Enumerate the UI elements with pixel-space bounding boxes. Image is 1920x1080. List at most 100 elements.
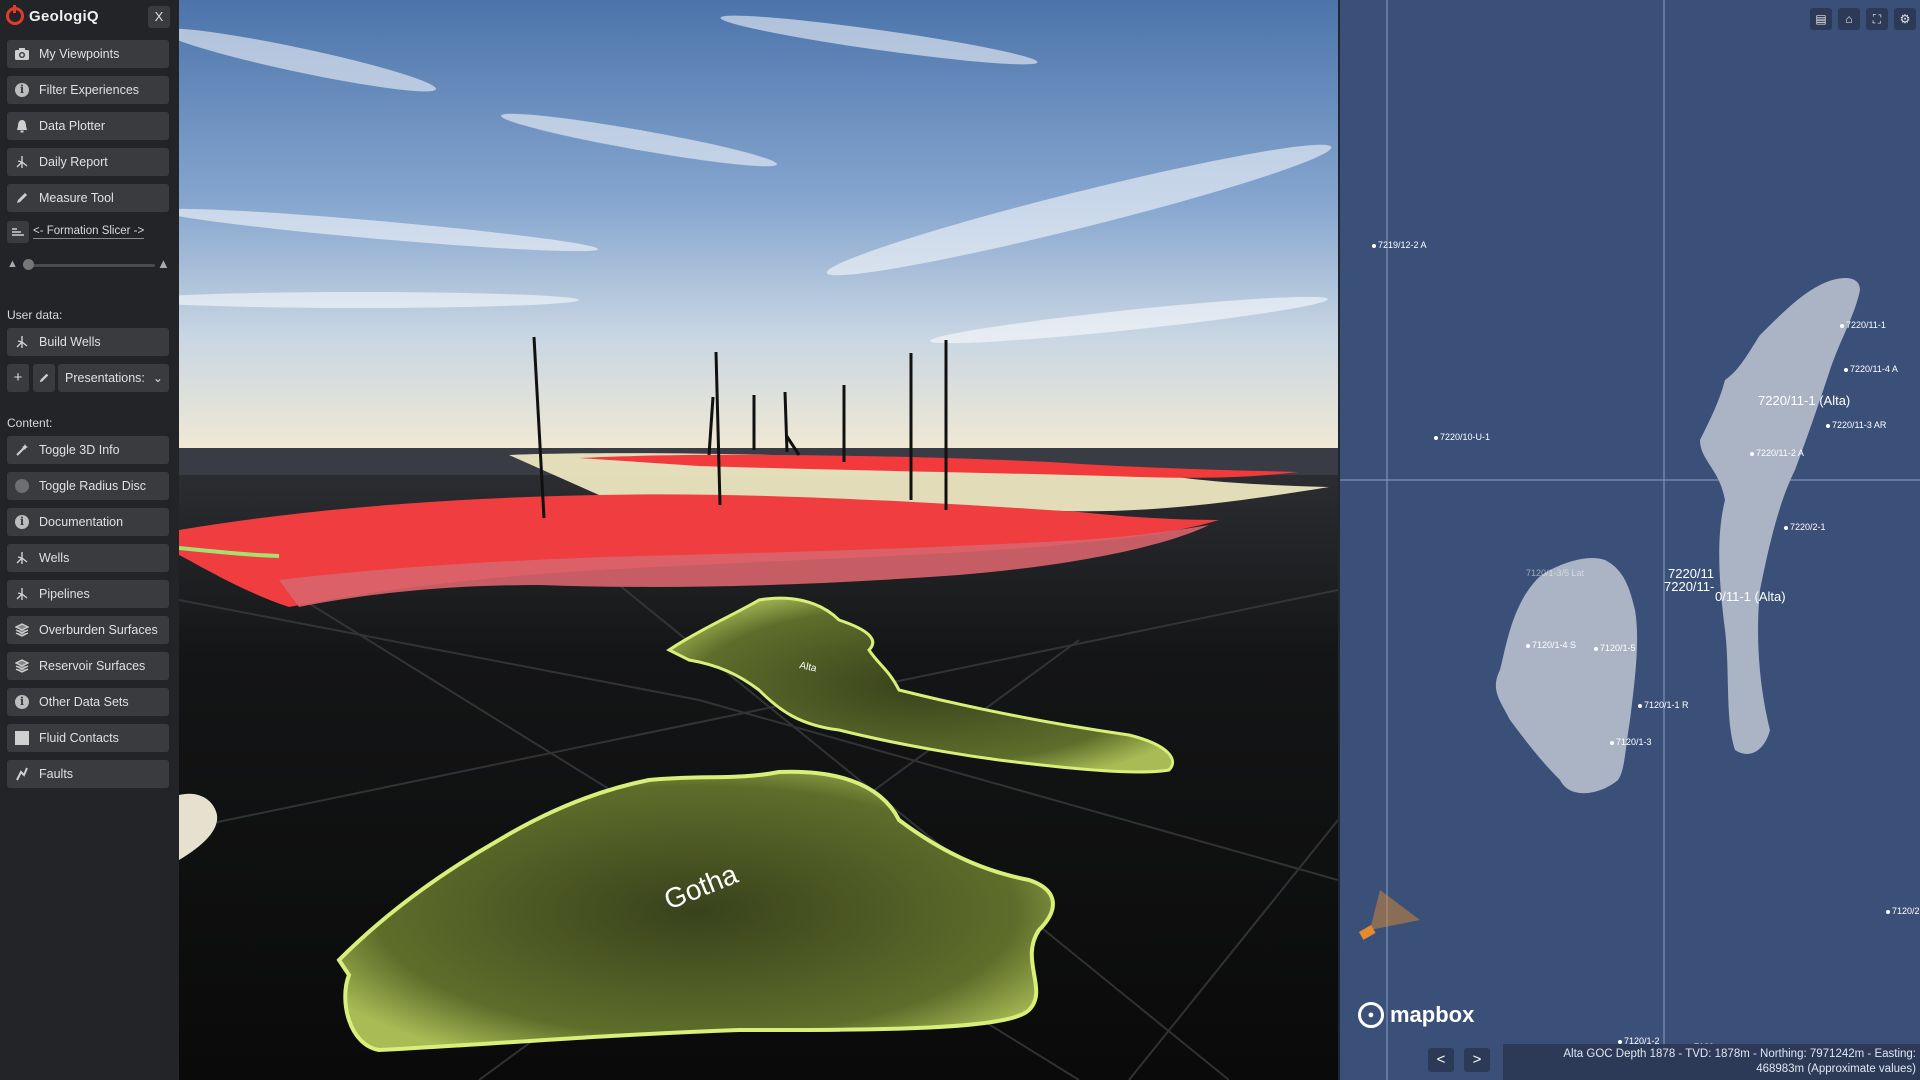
add-presentation-button[interactable]: +	[7, 364, 29, 392]
status-line-1: Alta GOC Depth 1878 - TVD: 1878m - North…	[1563, 1048, 1916, 1060]
well-icon	[14, 550, 30, 566]
well-label[interactable]: 7220/2-1	[1784, 522, 1826, 532]
menu-label: Other Data Sets	[39, 695, 129, 709]
pipelines-button[interactable]: Pipelines	[7, 580, 169, 608]
shallow-icon: ▲	[7, 258, 18, 270]
info-icon: i	[14, 82, 30, 98]
sidebar: GeologiQ X My Viewpoints i Filter Experi…	[0, 0, 179, 1080]
slicer-icon	[7, 221, 29, 243]
measure-tool-button[interactable]: Measure Tool	[7, 184, 169, 212]
menu-label: Faults	[39, 767, 74, 781]
well-label[interactable]: 7219/12-2 A	[1372, 240, 1427, 250]
well-label[interactable]: 7120/1-5	[1594, 643, 1636, 653]
layers-icon[interactable]: ▤	[1810, 8, 1832, 30]
content-label: Content:	[7, 416, 53, 430]
data-plotter-button[interactable]: Data Plotter	[7, 112, 169, 140]
gear-icon[interactable]: ⚙	[1894, 8, 1916, 30]
layers-icon	[14, 622, 30, 638]
menu-label: Daily Report	[39, 155, 108, 169]
map-toolbar: ▤ ⌂ ⛶ ⚙	[1810, 8, 1916, 30]
wells-button[interactable]: Wells	[7, 544, 169, 572]
app-title: GeologiQ	[29, 7, 99, 25]
slider-thumb[interactable]	[23, 259, 34, 270]
next-button[interactable]: >	[1464, 1048, 1490, 1072]
minimap[interactable]: ▤ ⌂ ⛶ ⚙ 7219/12-2 A 7220/10-U-1 7220/11-…	[1338, 0, 1920, 1080]
faults-button[interactable]: Faults	[7, 760, 169, 788]
well-label[interactable]: 7120/1-4 S	[1526, 640, 1576, 650]
build-wells-button[interactable]: Build Wells	[7, 328, 169, 356]
well-label[interactable]: 7120/1-3	[1610, 737, 1652, 747]
menu-label: Build Wells	[39, 335, 101, 349]
well-icon	[14, 586, 30, 602]
info-icon: i	[14, 694, 30, 710]
disc-icon	[14, 478, 30, 494]
reservoir-surfaces-button[interactable]: Reservoir Surfaces	[7, 652, 169, 680]
field-label: 0/11-1 (Alta)	[1715, 589, 1786, 604]
menu-label: Filter Experiences	[39, 83, 140, 97]
field-label: 7220/11-1 (Alta)	[1758, 393, 1851, 408]
square-icon	[14, 730, 30, 746]
3d-scene[interactable]: Alta Gotha	[179, 0, 1338, 1080]
daily-report-button[interactable]: Daily Report	[7, 148, 169, 176]
toggle-3d-info-button[interactable]: Toggle 3D Info	[7, 436, 169, 464]
wand-icon	[14, 442, 30, 458]
alta-field-shape	[1700, 278, 1860, 754]
pencil-icon	[39, 373, 49, 383]
well-label[interactable]: 7120/2	[1886, 906, 1920, 916]
menu-label: Data Plotter	[39, 119, 106, 133]
fluid-contacts-button[interactable]: Fluid Contacts	[7, 724, 169, 752]
menu-label: Documentation	[39, 515, 124, 529]
menu-label: Toggle 3D Info	[39, 443, 120, 457]
menu-label: Wells	[39, 551, 70, 565]
mapbox-logo: ● mapbox	[1358, 1002, 1474, 1028]
fullscreen-icon[interactable]: ⛶	[1866, 8, 1888, 30]
well-label[interactable]: 7220/11-1	[1840, 320, 1886, 330]
camera-fov	[1370, 890, 1420, 930]
well-label[interactable]: 7220/11-3 AR	[1826, 420, 1886, 430]
menu-label: My Viewpoints	[39, 47, 120, 61]
mapbox-wordmark: mapbox	[1390, 1002, 1475, 1027]
menu-label: Pipelines	[39, 587, 90, 601]
formation-slicer[interactable]: <- Formation Slicer ->	[7, 221, 169, 243]
fault-icon	[14, 766, 30, 782]
3d-viewport[interactable]: Alta Gotha	[179, 0, 1338, 1080]
field-label: 7220/11-	[1664, 579, 1715, 594]
slider-track	[23, 264, 155, 267]
chevron-down-icon: ⌄	[152, 371, 163, 385]
filter-experiences-button[interactable]: i Filter Experiences	[7, 76, 169, 104]
map-canvas	[1340, 0, 1920, 1080]
overburden-surfaces-button[interactable]: Overburden Surfaces	[7, 616, 169, 644]
prev-button[interactable]: <	[1428, 1048, 1454, 1072]
camera-icon	[14, 46, 30, 62]
layers-icon	[14, 658, 30, 674]
menu-label: Toggle Radius Disc	[39, 479, 146, 493]
gotha-field-shape	[1495, 558, 1638, 794]
pencil-icon	[14, 190, 30, 206]
well-label[interactable]: 7220/10-U-1	[1434, 432, 1490, 442]
formation-slicer-label: <- Formation Slicer ->	[33, 225, 145, 239]
close-sidebar-button[interactable]: X	[148, 6, 170, 28]
app-brand: GeologiQ	[6, 5, 99, 27]
well-label[interactable]: 7120/1-1 R	[1638, 700, 1689, 710]
formation-slicer-slider[interactable]: ▲ ▲	[7, 256, 170, 274]
power-logo-icon	[6, 5, 24, 25]
home-icon[interactable]: ⌂	[1838, 8, 1860, 30]
presentations-label: Presentations:	[65, 371, 145, 385]
edit-presentation-button[interactable]	[33, 364, 55, 392]
presentations-dropdown[interactable]: Presentations: ⌄	[58, 364, 169, 392]
my-viewpoints-button[interactable]: My Viewpoints	[7, 40, 169, 68]
well-label[interactable]: 7220/11-2 A	[1750, 448, 1804, 458]
menu-label: Fluid Contacts	[39, 731, 119, 745]
well-icon	[14, 154, 30, 170]
menu-label: Measure Tool	[39, 191, 114, 205]
menu-label: Overburden Surfaces	[39, 623, 158, 637]
documentation-button[interactable]: i Documentation	[7, 508, 169, 536]
toggle-radius-disc-button[interactable]: Toggle Radius Disc	[7, 472, 169, 500]
status-line-2: 468983m (Approximate values)	[1756, 1063, 1916, 1075]
well-label[interactable]: 7220/11-4 A	[1844, 364, 1898, 374]
mapbox-icon: ●	[1358, 1002, 1384, 1028]
bell-icon	[14, 118, 30, 134]
status-readout: Alta GOC Depth 1878 - TVD: 1878m - North…	[1503, 1044, 1920, 1080]
deep-icon: ▲	[157, 256, 170, 271]
other-data-sets-button[interactable]: i Other Data Sets	[7, 688, 169, 716]
